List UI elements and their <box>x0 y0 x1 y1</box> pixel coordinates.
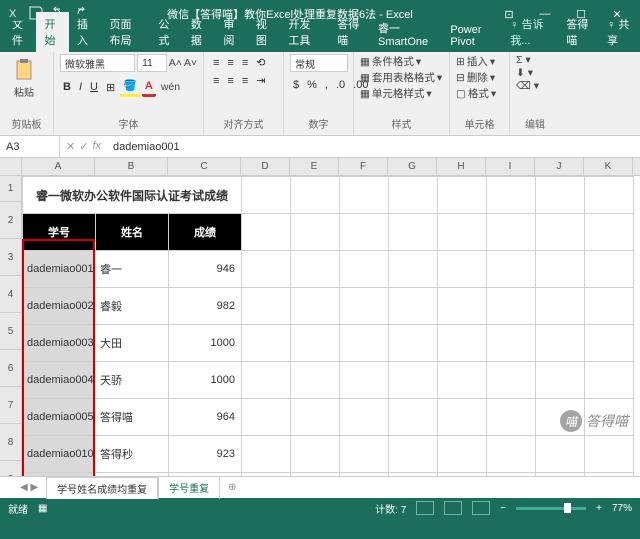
status-bar: 就绪 ▦ 计数: 7 − + 77% <box>0 498 640 518</box>
col-F[interactable]: F <box>339 158 388 175</box>
inc-decimal-icon[interactable]: .0 <box>333 77 348 93</box>
svg-text:X: X <box>9 8 17 20</box>
clear-button[interactable]: ⌫ ▾ <box>516 80 554 92</box>
percent-icon[interactable]: % <box>304 77 320 93</box>
tab-custom2[interactable]: 睿一 SmartOne <box>370 16 442 52</box>
col-C[interactable]: C <box>168 158 241 175</box>
fill-button[interactable]: ⬇ ▾ <box>516 67 554 79</box>
autosum-button[interactable]: Σ ▾ <box>516 54 554 66</box>
align-left-icon[interactable]: ≡ <box>210 73 222 89</box>
table-title: 睿一微软办公软件国际认证考试成绩 <box>23 177 242 214</box>
view-layout-icon[interactable] <box>444 501 462 515</box>
select-all[interactable] <box>0 158 22 175</box>
account[interactable]: 答得喵 <box>558 12 599 52</box>
enter-icon[interactable]: ✓ <box>79 140 88 153</box>
col-D[interactable]: D <box>241 158 290 175</box>
shrink-font-icon[interactable]: A˅ <box>184 57 197 69</box>
tab-layout[interactable]: 页面布局 <box>101 12 150 52</box>
font-size-combo[interactable]: 11 <box>137 54 166 72</box>
worksheet[interactable]: A B C D E F G H I J K 123456789 睿一微软办公软件… <box>0 158 640 476</box>
cond-format-button[interactable]: ▦ 条件格式 ▾ <box>360 54 443 69</box>
tab-dev[interactable]: 开发工具 <box>280 12 329 52</box>
group-styles: 样式 <box>360 116 443 133</box>
tab-view[interactable]: 视图 <box>248 12 280 52</box>
status-calc: ▦ <box>38 503 47 514</box>
insert-cells-button[interactable]: ⊞ 插入 ▾ <box>456 54 503 69</box>
cancel-icon[interactable]: ✕ <box>66 140 75 153</box>
align-top-icon[interactable]: ≡ <box>210 55 222 71</box>
sheet-tab-2[interactable]: 学号重复 <box>158 476 220 500</box>
fx-icon[interactable]: fx <box>92 140 101 153</box>
watermark: 喵答得喵 <box>560 410 628 432</box>
border-button[interactable]: ⊞ <box>103 79 118 96</box>
zoom-slider[interactable] <box>516 507 586 510</box>
format-cells-button[interactable]: ▢ 格式 ▾ <box>456 86 503 101</box>
name-box[interactable]: A3 <box>0 136 60 157</box>
col-A[interactable]: A <box>22 158 95 175</box>
orientation-icon[interactable]: ⟲ <box>253 54 268 71</box>
tab-formulas[interactable]: 公式 <box>150 12 182 52</box>
bold-button[interactable]: B <box>60 79 74 95</box>
group-cells: 单元格 <box>456 116 503 133</box>
phonetic-button[interactable]: wén <box>158 79 183 95</box>
tab-data[interactable]: 数据 <box>183 12 215 52</box>
align-bot-icon[interactable]: ≡ <box>239 55 251 71</box>
italic-button[interactable]: I <box>76 79 85 95</box>
comma-icon[interactable]: , <box>322 77 331 93</box>
currency-icon[interactable]: $ <box>290 77 302 93</box>
col-J[interactable]: J <box>535 158 584 175</box>
tab-review[interactable]: 审阅 <box>215 12 247 52</box>
formula-input[interactable]: dademiao001 <box>107 141 640 153</box>
font-color-button[interactable]: A <box>142 78 156 97</box>
col-G[interactable]: G <box>388 158 437 175</box>
status-count: 计数: 7 <box>375 501 406 516</box>
paste-button[interactable]: 粘贴 <box>6 54 42 99</box>
align-right-icon[interactable]: ≡ <box>239 73 251 89</box>
group-font: 字体 <box>60 116 197 133</box>
font-name-combo[interactable]: 微软雅黑 <box>60 54 135 72</box>
indent-icon[interactable]: ⇥ <box>253 72 268 89</box>
number-format-combo[interactable]: 常规 <box>290 54 348 72</box>
align-center-icon[interactable]: ≡ <box>224 73 236 89</box>
underline-button[interactable]: U <box>87 79 101 95</box>
ribbon-tabs: 文件 开始 插入 页面布局 公式 数据 审阅 视图 开发工具 答得喵 睿一 Sm… <box>0 28 640 52</box>
share-button[interactable]: ♀ 共享 <box>599 12 640 52</box>
group-clipboard: 剪贴板 <box>6 116 47 133</box>
row-headers[interactable]: 123456789 <box>0 176 22 476</box>
zoom-level[interactable]: 77% <box>612 503 632 514</box>
zoom-in-icon[interactable]: + <box>596 503 602 514</box>
col-K[interactable]: K <box>584 158 633 175</box>
table-format-button[interactable]: ▦ 套用表格格式 ▾ <box>360 70 443 85</box>
view-normal-icon[interactable] <box>416 501 434 515</box>
col-H[interactable]: H <box>437 158 486 175</box>
delete-cells-button[interactable]: ⊟ 删除 ▾ <box>456 70 503 85</box>
grow-font-icon[interactable]: A˄ <box>169 57 182 69</box>
zoom-out-icon[interactable]: − <box>500 503 506 514</box>
col-E[interactable]: E <box>290 158 339 175</box>
group-align: 对齐方式 <box>210 116 277 133</box>
cell-styles-button[interactable]: ▦ 单元格样式 ▾ <box>360 86 443 101</box>
group-number: 数字 <box>290 116 347 133</box>
col-B[interactable]: B <box>95 158 168 175</box>
align-mid-icon[interactable]: ≡ <box>224 55 236 71</box>
tab-powerpivot[interactable]: Power Pivot <box>442 20 502 52</box>
col-I[interactable]: I <box>486 158 535 175</box>
tell-me[interactable]: ♀ 告诉我... <box>502 12 558 52</box>
status-ready: 就绪 <box>8 501 28 516</box>
view-break-icon[interactable] <box>472 501 490 515</box>
formula-bar: A3 ✕ ✓ fx dademiao001 <box>0 136 640 158</box>
sheet-nav-icon[interactable]: ◀ ▶ <box>20 482 38 493</box>
sheet-tab-1[interactable]: 学号姓名成绩均重复 <box>46 477 158 499</box>
new-sheet-icon[interactable]: ⊕ <box>220 482 244 493</box>
ribbon: 粘贴 剪贴板 微软雅黑 11 A˄ A˅ B I U ⊞ 🪣 A wén 字体 … <box>0 52 640 136</box>
tab-custom1[interactable]: 答得喵 <box>329 12 370 52</box>
group-editing: 编辑 <box>516 116 554 133</box>
sheet-tabs: ◀ ▶ 学号姓名成绩均重复 学号重复 ⊕ <box>0 476 640 498</box>
data-grid[interactable]: 睿一微软办公软件国际认证考试成绩 学号姓名成绩 dademiao001睿一946… <box>22 176 634 476</box>
fill-color-button[interactable]: 🪣 <box>120 77 140 97</box>
